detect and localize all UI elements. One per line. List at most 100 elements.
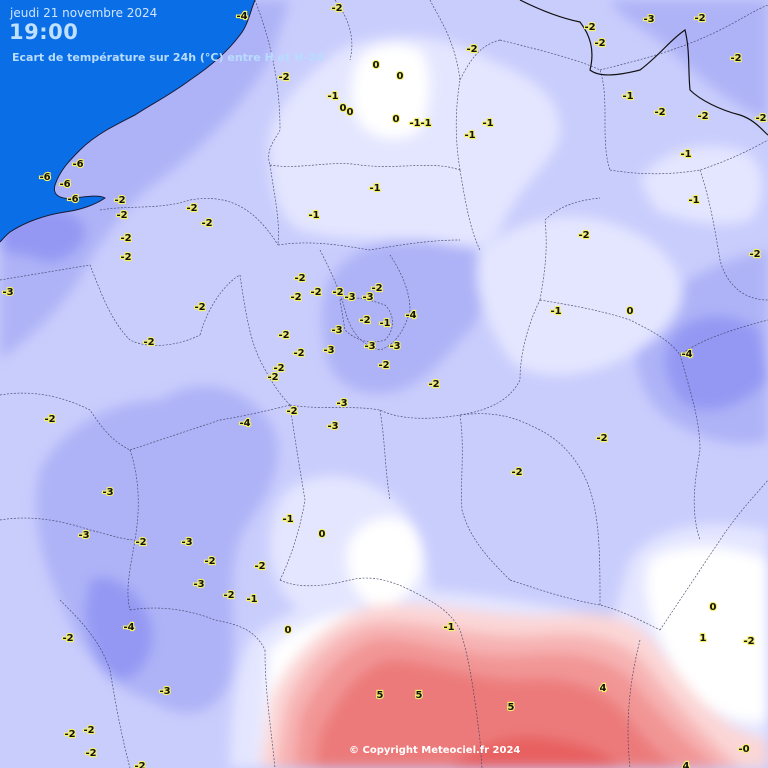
station-value-label: -2 <box>359 315 370 326</box>
station-value-label: 0 <box>347 107 354 118</box>
station-value-label: -2 <box>331 3 342 14</box>
station-value-label: -2 <box>743 636 754 647</box>
map-time: 19:00 <box>9 20 79 44</box>
station-value-label: -3 <box>364 341 375 352</box>
station-value-label: -2 <box>83 725 94 736</box>
station-value-label: -2 <box>64 729 75 740</box>
station-value-label: 0 <box>393 114 400 125</box>
station-value-label: -2 <box>120 233 131 244</box>
station-value-label: -1 <box>680 149 691 160</box>
station-value-label: -2 <box>120 252 131 263</box>
station-value-label: -1 <box>369 183 380 194</box>
station-value-label: -3 <box>331 325 342 336</box>
station-value-label: -2 <box>290 292 301 303</box>
station-value-label: -2 <box>294 273 305 284</box>
station-value-label: -2 <box>278 330 289 341</box>
station-value-label: -2 <box>278 72 289 83</box>
station-value-label: -2 <box>44 414 55 425</box>
station-value-label: -2 <box>755 113 766 124</box>
station-value-label: -1 <box>464 130 475 141</box>
weather-map: -4 -2 -2 -2 -3 -2 -2 -2 -2 -1 0 0 0 0 -1 -1 0 -1 -1 -1 -2 -2-… <box>0 0 768 768</box>
station-value-label: -1 <box>420 118 431 129</box>
station-value-label: -1 <box>327 91 338 102</box>
station-value-label: -6 <box>39 172 50 183</box>
station-value-label: -2 <box>596 433 607 444</box>
station-value-label: -1 <box>379 318 390 329</box>
station-value-label: -2 <box>654 107 665 118</box>
station-value-label: 0 <box>710 602 717 613</box>
station-value-label: 5 <box>416 690 423 701</box>
station-value-label: -2 <box>194 302 205 313</box>
station-value-label: -2 <box>697 111 708 122</box>
station-value-label: -3 <box>323 345 334 356</box>
station-value-label: -2 <box>201 218 212 229</box>
station-value-label: -3 <box>78 530 89 541</box>
station-value-label: -2 <box>511 467 522 478</box>
station-value-label: -3 <box>327 421 338 432</box>
station-value-label: -3 <box>643 14 654 25</box>
station-value-label: -2 <box>143 337 154 348</box>
station-value-label: -1 <box>308 210 319 221</box>
station-value-label: -2 <box>428 379 439 390</box>
station-value-label: -2 <box>578 230 589 241</box>
copyright-notice: © Copyright Meteociel.fr 2024 <box>349 745 521 756</box>
station-value-label: -1 <box>482 118 493 129</box>
station-value-label: 5 <box>377 690 384 701</box>
station-value-label: 0 <box>340 103 347 114</box>
station-value-label: -6 <box>59 179 70 190</box>
station-value-label: -2 <box>293 348 304 359</box>
station-value-label: -2 <box>310 287 321 298</box>
station-value-label: -2 <box>254 561 265 572</box>
station-value-label: 4 <box>600 683 607 694</box>
station-value-label: -2 <box>267 372 278 383</box>
station-value-label: -4 <box>405 310 416 321</box>
station-value-label: 4 <box>683 761 690 768</box>
station-value-label: -3 <box>389 341 400 352</box>
station-value-label: -3 <box>159 686 170 697</box>
station-value-label: -1 <box>688 195 699 206</box>
station-value-label: -2 <box>730 53 741 64</box>
station-value-label: -1 <box>550 306 561 317</box>
station-value-label: 0 <box>285 625 292 636</box>
station-value-label: -4 <box>681 349 692 360</box>
station-value-label: -2 <box>584 22 595 33</box>
station-value-label: -4 <box>123 622 134 633</box>
map-subtitle: Ecart de température sur 24h (°C) entre … <box>12 51 324 64</box>
station-value-label: -2 <box>223 590 234 601</box>
station-value-label: -3 <box>102 487 113 498</box>
station-value-label: 0 <box>373 60 380 71</box>
station-value-label: -4 <box>239 418 250 429</box>
station-value-label: -2 <box>85 748 96 759</box>
station-value-label: -1 <box>622 91 633 102</box>
station-value-label: -0 <box>738 744 749 755</box>
station-value-label: -1 <box>443 622 454 633</box>
station-value-label: -3 <box>2 287 13 298</box>
station-value-label: -6 <box>67 194 78 205</box>
map-date: jeudi 21 novembre 2024 <box>10 6 158 20</box>
station-value-label: -2 <box>114 195 125 206</box>
temperature-change-map: -4-2-2-2-3-2-2-2-2-10000 -1 -10-1-1-1-2 -2-… <box>0 0 768 768</box>
station-value-label: -1 <box>282 514 293 525</box>
station-value-label: -3 <box>181 537 192 548</box>
station-value-label: -2 <box>594 38 605 49</box>
station-value-label: -2 <box>286 406 297 417</box>
station-value-label: -2 <box>466 44 477 55</box>
station-value-label: -2 <box>204 556 215 567</box>
station-value-label: -3 <box>193 579 204 590</box>
station-value-label: -1 <box>246 594 257 605</box>
station-value-label: -2 <box>134 761 145 768</box>
station-value-label: 1 <box>700 633 707 644</box>
station-value-label: 0 <box>397 71 404 82</box>
station-value-label: -4 <box>236 11 247 22</box>
station-value-label: -3 <box>362 292 373 303</box>
station-value-label: -2 <box>378 360 389 371</box>
station-value-label: -2 <box>62 633 73 644</box>
station-value-label: -3 <box>336 398 347 409</box>
station-value-label: -6 <box>72 159 83 170</box>
station-value-label: -2 <box>116 210 127 221</box>
station-value-label: -3 <box>344 292 355 303</box>
station-value-label: -2 <box>749 249 760 260</box>
station-value-label: -2 <box>694 13 705 24</box>
station-value-label: 0 <box>319 529 326 540</box>
station-value-label: 5 <box>508 702 515 713</box>
